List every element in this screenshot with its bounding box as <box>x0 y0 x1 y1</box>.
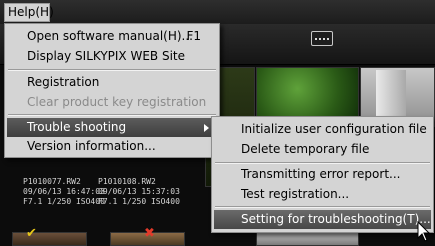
file-datetime: 09/06/13 15:37:03 <box>98 187 180 196</box>
menu-item-label: Open software manual(H)... <box>27 29 193 43</box>
menu-item-display-web-site[interactable]: Display SILKYPIX WEB Site <box>7 47 217 66</box>
help-menu-title[interactable]: Help(H) <box>4 3 54 22</box>
menu-item-setting-for-troubleshooting[interactable]: Setting for troubleshooting(T)... <box>214 210 431 229</box>
menu-item-registration[interactable]: Registration <box>7 73 217 92</box>
menu-item-trouble-shooting[interactable]: Trouble shooting <box>7 118 217 137</box>
menu-separator <box>215 206 430 208</box>
menu-item-clear-product-key: Clear product key registration <box>27 95 207 109</box>
menu-item-delete-temporary-file[interactable]: Delete temporary file <box>214 140 431 159</box>
display-view-icon[interactable] <box>311 31 333 46</box>
menu-item-label: Trouble shooting <box>27 120 127 134</box>
menu-item-test-registration[interactable]: Test registration... <box>214 185 431 204</box>
submenu-arrow-icon <box>204 124 209 132</box>
file-info: P1010108.RW2 09/06/13 15:37:03 F7.1 1/25… <box>98 177 180 207</box>
menu-separator <box>8 69 216 71</box>
menu-item-initialize-config[interactable]: Initialize user configuration file <box>214 120 431 139</box>
menu-separator <box>8 114 216 116</box>
mouse-pointer-icon <box>417 221 431 242</box>
menu-item-transmitting-error-report[interactable]: Transmitting error report... <box>214 165 431 184</box>
file-exposure: F7.1 1/250 ISO400 <box>23 197 105 206</box>
menu-bar <box>0 0 435 24</box>
file-name: P1010077.RW2 <box>23 177 81 186</box>
thumbnail[interactable] <box>12 232 87 246</box>
help-dropdown-menu: Open software manual(H)... F1 Display SI… <box>4 23 220 158</box>
file-info: P1010077.RW2 09/06/13 16:47:03 F7.1 1/25… <box>23 177 105 207</box>
checkmark-flag-icon[interactable]: ✔ <box>26 227 37 241</box>
thumbnail[interactable] <box>256 67 359 121</box>
menu-item-shortcut: F1 <box>186 29 201 43</box>
trouble-shooting-submenu: Initialize user configuration file Delet… <box>211 116 434 233</box>
menu-item-open-manual[interactable]: Open software manual(H)... F1 <box>7 27 217 46</box>
file-name: P1010108.RW2 <box>98 177 156 186</box>
file-datetime: 09/06/13 16:47:03 <box>23 187 105 196</box>
reject-flag-icon[interactable]: ✖ <box>144 227 155 241</box>
file-exposure: F7.1 1/250 ISO400 <box>98 197 180 206</box>
menu-item-version-information[interactable]: Version information... <box>7 137 217 156</box>
menu-separator <box>215 162 430 164</box>
